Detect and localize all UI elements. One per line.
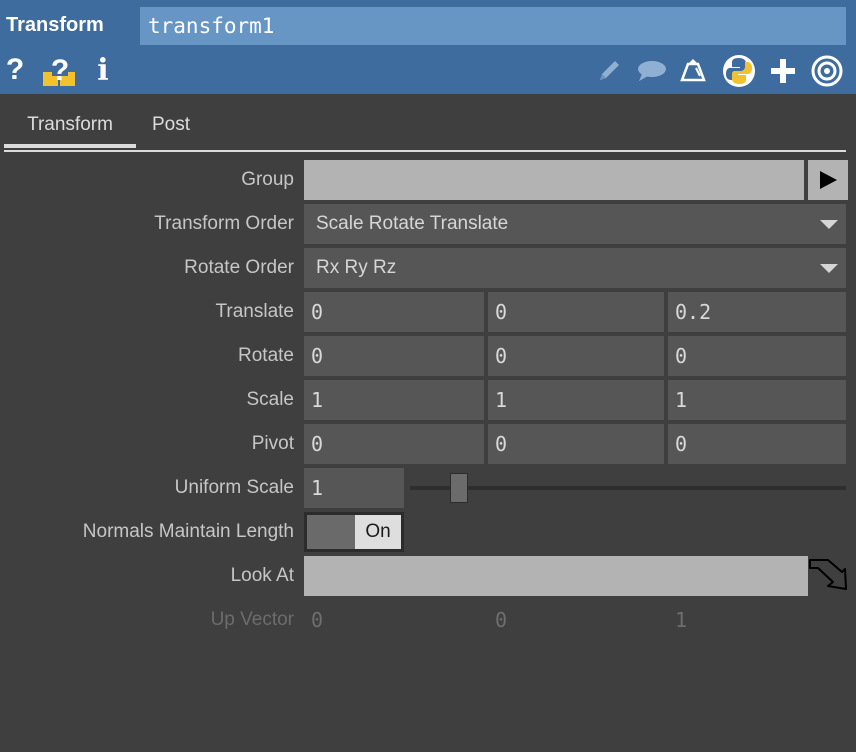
toggle-knob xyxy=(307,515,355,549)
python-help-icon[interactable]: ? xyxy=(40,52,80,88)
pivot-z-field[interactable]: 0 xyxy=(668,424,846,464)
comment-icon[interactable] xyxy=(634,54,668,88)
chevron-down-icon xyxy=(820,220,838,229)
pivot-y-field[interactable]: 0 xyxy=(488,424,664,464)
translate-z-field[interactable]: 0.2 xyxy=(668,292,846,332)
normals-maintain-length-toggle[interactable]: On xyxy=(304,512,404,552)
look-at-label: Look At xyxy=(230,565,294,586)
scale-x-field[interactable]: 1 xyxy=(304,380,484,420)
toggle-state-label: On xyxy=(355,515,401,549)
rotate-y-field[interactable]: 0 xyxy=(488,336,664,376)
parameter-tabs: Transform Post xyxy=(4,106,846,152)
group-menu-button[interactable] xyxy=(808,160,848,200)
parameter-header: Transform transform1 ? ? i xyxy=(0,0,856,94)
pivot-x-field[interactable]: 0 xyxy=(304,424,484,464)
rotate-z-field[interactable]: 0 xyxy=(668,336,846,376)
uniform-scale-slider-handle[interactable] xyxy=(450,473,468,503)
play-arrow-icon xyxy=(820,171,837,189)
rotate-order-menu[interactable]: Rx Ry Rz xyxy=(304,248,846,288)
python-help-glyph: ? xyxy=(51,54,69,87)
chevron-down-icon xyxy=(820,264,838,273)
normals-maintain-length-label: Normals Maintain Length xyxy=(82,521,294,542)
translate-y-field[interactable]: 0 xyxy=(488,292,664,332)
up-vector-x-field: 0 xyxy=(311,608,324,632)
uniform-scale-field[interactable]: 1 xyxy=(304,468,404,508)
up-vector-label: Up Vector xyxy=(210,609,294,630)
group-field[interactable] xyxy=(304,160,804,200)
rotate-order-value: Rx Ry Rz xyxy=(316,257,397,278)
translate-x-field[interactable]: 0 xyxy=(304,292,484,332)
transform-order-label: Transform Order xyxy=(154,213,294,234)
tab-post[interactable]: Post xyxy=(142,106,200,146)
transform-order-menu[interactable]: Scale Rotate Translate xyxy=(304,204,846,244)
transform-order-value: Scale Rotate Translate xyxy=(316,213,509,234)
scale-label: Scale xyxy=(246,389,294,410)
operator-type-label: Transform xyxy=(6,14,104,36)
add-icon[interactable] xyxy=(766,54,800,88)
pivot-label: Pivot xyxy=(251,433,294,454)
scale-z-field[interactable]: 1 xyxy=(668,380,846,420)
clone-icon[interactable] xyxy=(676,54,710,88)
tab-transform[interactable]: Transform xyxy=(4,106,136,148)
scale-y-field[interactable]: 1 xyxy=(488,380,664,420)
look-at-field[interactable] xyxy=(304,556,808,596)
up-vector-y-field: 0 xyxy=(495,608,508,632)
target-icon[interactable] xyxy=(810,54,844,88)
translate-label: Translate xyxy=(215,301,295,322)
rotate-x-field[interactable]: 0 xyxy=(304,336,484,376)
operator-name-field[interactable]: transform1 xyxy=(140,7,846,45)
info-icon[interactable]: i xyxy=(94,52,112,88)
rotate-order-label: Rotate Order xyxy=(184,257,294,278)
drop-arrow-icon[interactable] xyxy=(806,556,850,596)
uniform-scale-slider-track[interactable] xyxy=(410,486,846,490)
up-vector-z-field: 1 xyxy=(675,608,688,632)
help-icon[interactable]: ? xyxy=(4,52,26,88)
group-label: Group xyxy=(241,169,294,190)
python-icon[interactable] xyxy=(722,54,756,88)
pencil-icon[interactable] xyxy=(592,54,626,88)
rotate-label: Rotate xyxy=(238,345,294,366)
uniform-scale-label: Uniform Scale xyxy=(174,477,294,498)
